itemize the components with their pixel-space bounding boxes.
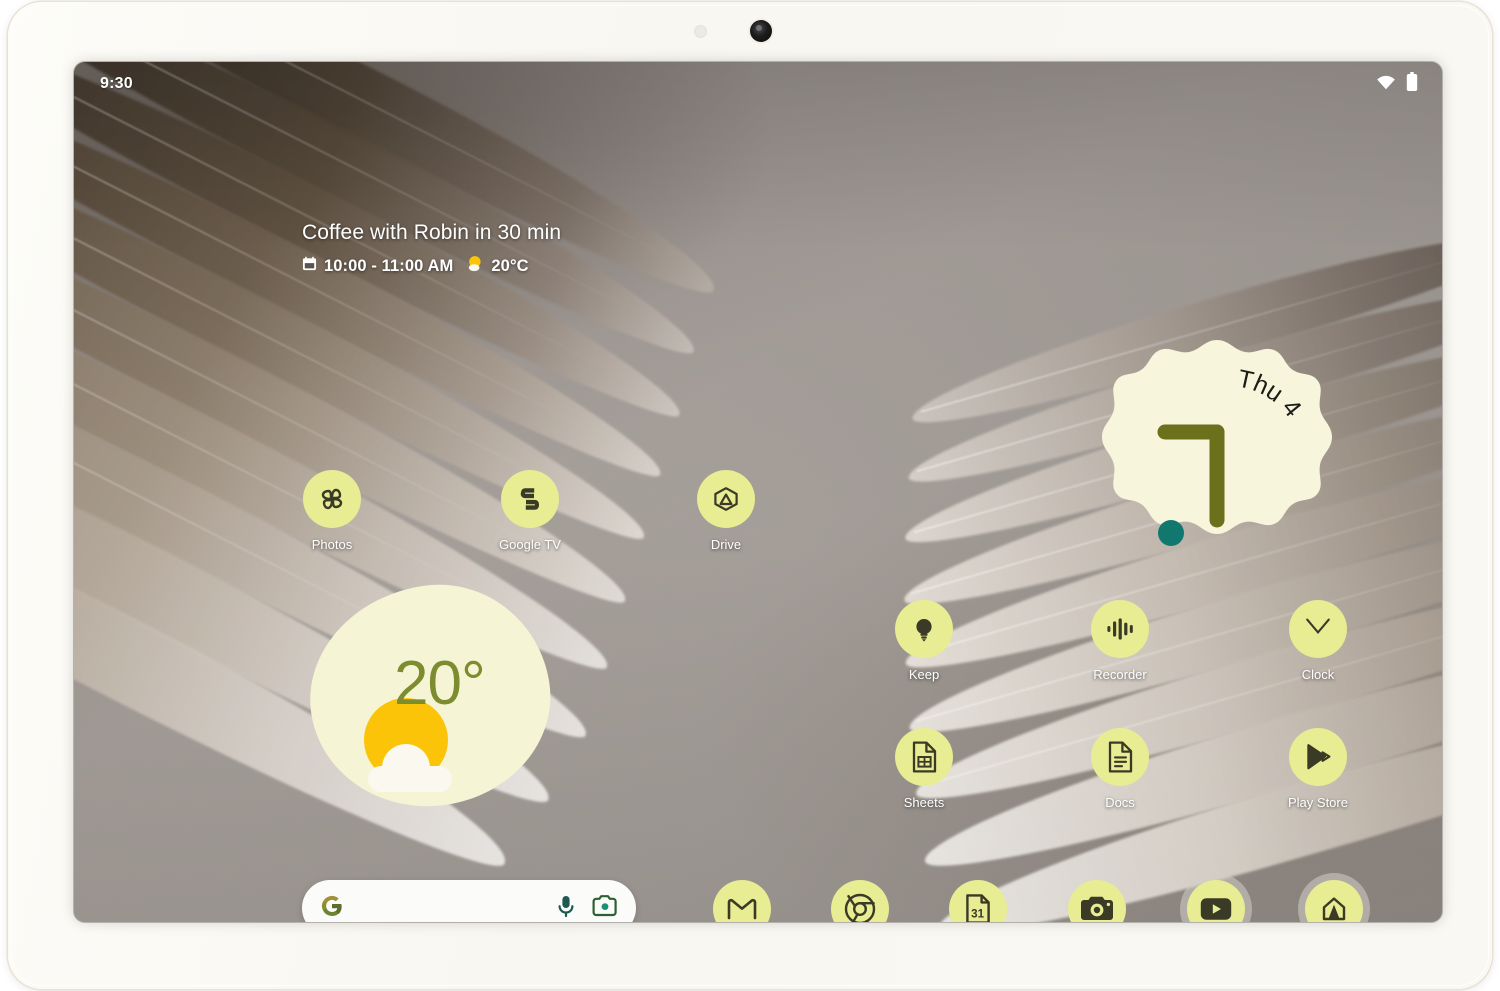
weather-cloud-icon: [368, 744, 452, 792]
docs-icon: [1091, 728, 1149, 786]
app-icon-google-tv[interactable]: Google TV: [482, 470, 578, 552]
home-icon: [1305, 880, 1363, 922]
app-icon-drive[interactable]: Drive: [678, 470, 774, 552]
app-icon-photos[interactable]: Photos: [284, 470, 380, 552]
drive-icon: [697, 470, 755, 528]
chrome-icon: [831, 880, 889, 922]
weather-temperature: 20°: [394, 649, 486, 718]
recorder-waveform-icon: [1091, 600, 1149, 658]
front-camera-icon: [750, 20, 772, 42]
app-icon-clock[interactable]: Clock: [1270, 600, 1366, 682]
camera-icon: [1068, 880, 1126, 922]
play-store-icon: [1289, 728, 1347, 786]
keep-lightbulb-icon: [895, 600, 953, 658]
app-label: Keep: [908, 667, 940, 682]
smartspace-title: Coffee with Robin in 30 min: [302, 221, 562, 244]
sheets-icon: [895, 728, 953, 786]
app-label: Recorder: [1093, 667, 1147, 682]
app-label: Photos: [311, 537, 353, 552]
app-label: Sheets: [903, 795, 945, 810]
tablet-screen: 9:30 Coffee with Robin in 30 min 10:00 -…: [74, 62, 1442, 922]
battery-icon: [1406, 71, 1418, 97]
app-icon-docs[interactable]: Docs: [1072, 728, 1168, 810]
app-label: Clock: [1301, 667, 1335, 682]
wifi-icon: [1376, 74, 1396, 95]
status-bar: 9:30: [74, 62, 1442, 106]
app-icon-recorder[interactable]: Recorder: [1072, 600, 1168, 682]
photos-pinwheel-icon: [303, 470, 361, 528]
dock-item-chrome[interactable]: [812, 880, 908, 922]
clock-accent-dot: [1158, 520, 1184, 546]
youtube-icon: [1187, 880, 1245, 922]
google-search-bar[interactable]: [302, 880, 636, 922]
google-tv-icon: [501, 470, 559, 528]
smartspace-subtitle: 10:00 - 11:00 AM 20°C: [302, 254, 561, 278]
google-lens-camera-icon[interactable]: [592, 894, 618, 923]
clock-widget[interactable]: Thu 4: [1096, 338, 1338, 580]
app-label: Docs: [1105, 795, 1135, 810]
app-label: Play Store: [1288, 795, 1348, 810]
sun-behind-cloud-icon: [465, 254, 484, 278]
app-icon-sheets[interactable]: Sheets: [876, 728, 972, 810]
smartspace-notification[interactable]: Coffee with Robin in 30 min 10:00 - 11:0…: [302, 220, 561, 278]
dock-item-calendar[interactable]: 31: [930, 880, 1026, 922]
app-icon-play-store[interactable]: Play Store: [1270, 728, 1366, 810]
dock-item-camera[interactable]: [1049, 880, 1145, 922]
calendar-icon: [302, 256, 317, 276]
weather-widget[interactable]: 20°: [295, 570, 565, 822]
smartspace-temperature: 20°C: [491, 256, 529, 275]
app-icon-keep[interactable]: Keep: [876, 600, 972, 682]
clock-hands: [1157, 424, 1225, 528]
smartspace-time-range: 10:00 - 11:00 AM: [324, 256, 454, 275]
dock-item-youtube[interactable]: [1168, 880, 1264, 922]
status-time: 9:30: [100, 75, 133, 92]
google-g-icon: [320, 894, 344, 923]
app-label: Google TV: [499, 537, 561, 552]
calendar-31-icon: 31: [949, 880, 1007, 922]
clock-face-icon: [1289, 600, 1347, 658]
app-label: Drive: [710, 537, 742, 552]
ambient-light-sensor: [694, 25, 707, 38]
dock-item-gmail[interactable]: [694, 880, 790, 922]
microphone-icon[interactable]: [556, 894, 576, 923]
calendar-day-number: 31: [971, 907, 984, 920]
tablet-device: 9:30 Coffee with Robin in 30 min 10:00 -…: [8, 2, 1492, 989]
dock-item-home[interactable]: [1286, 880, 1382, 922]
gmail-icon: [713, 880, 771, 922]
